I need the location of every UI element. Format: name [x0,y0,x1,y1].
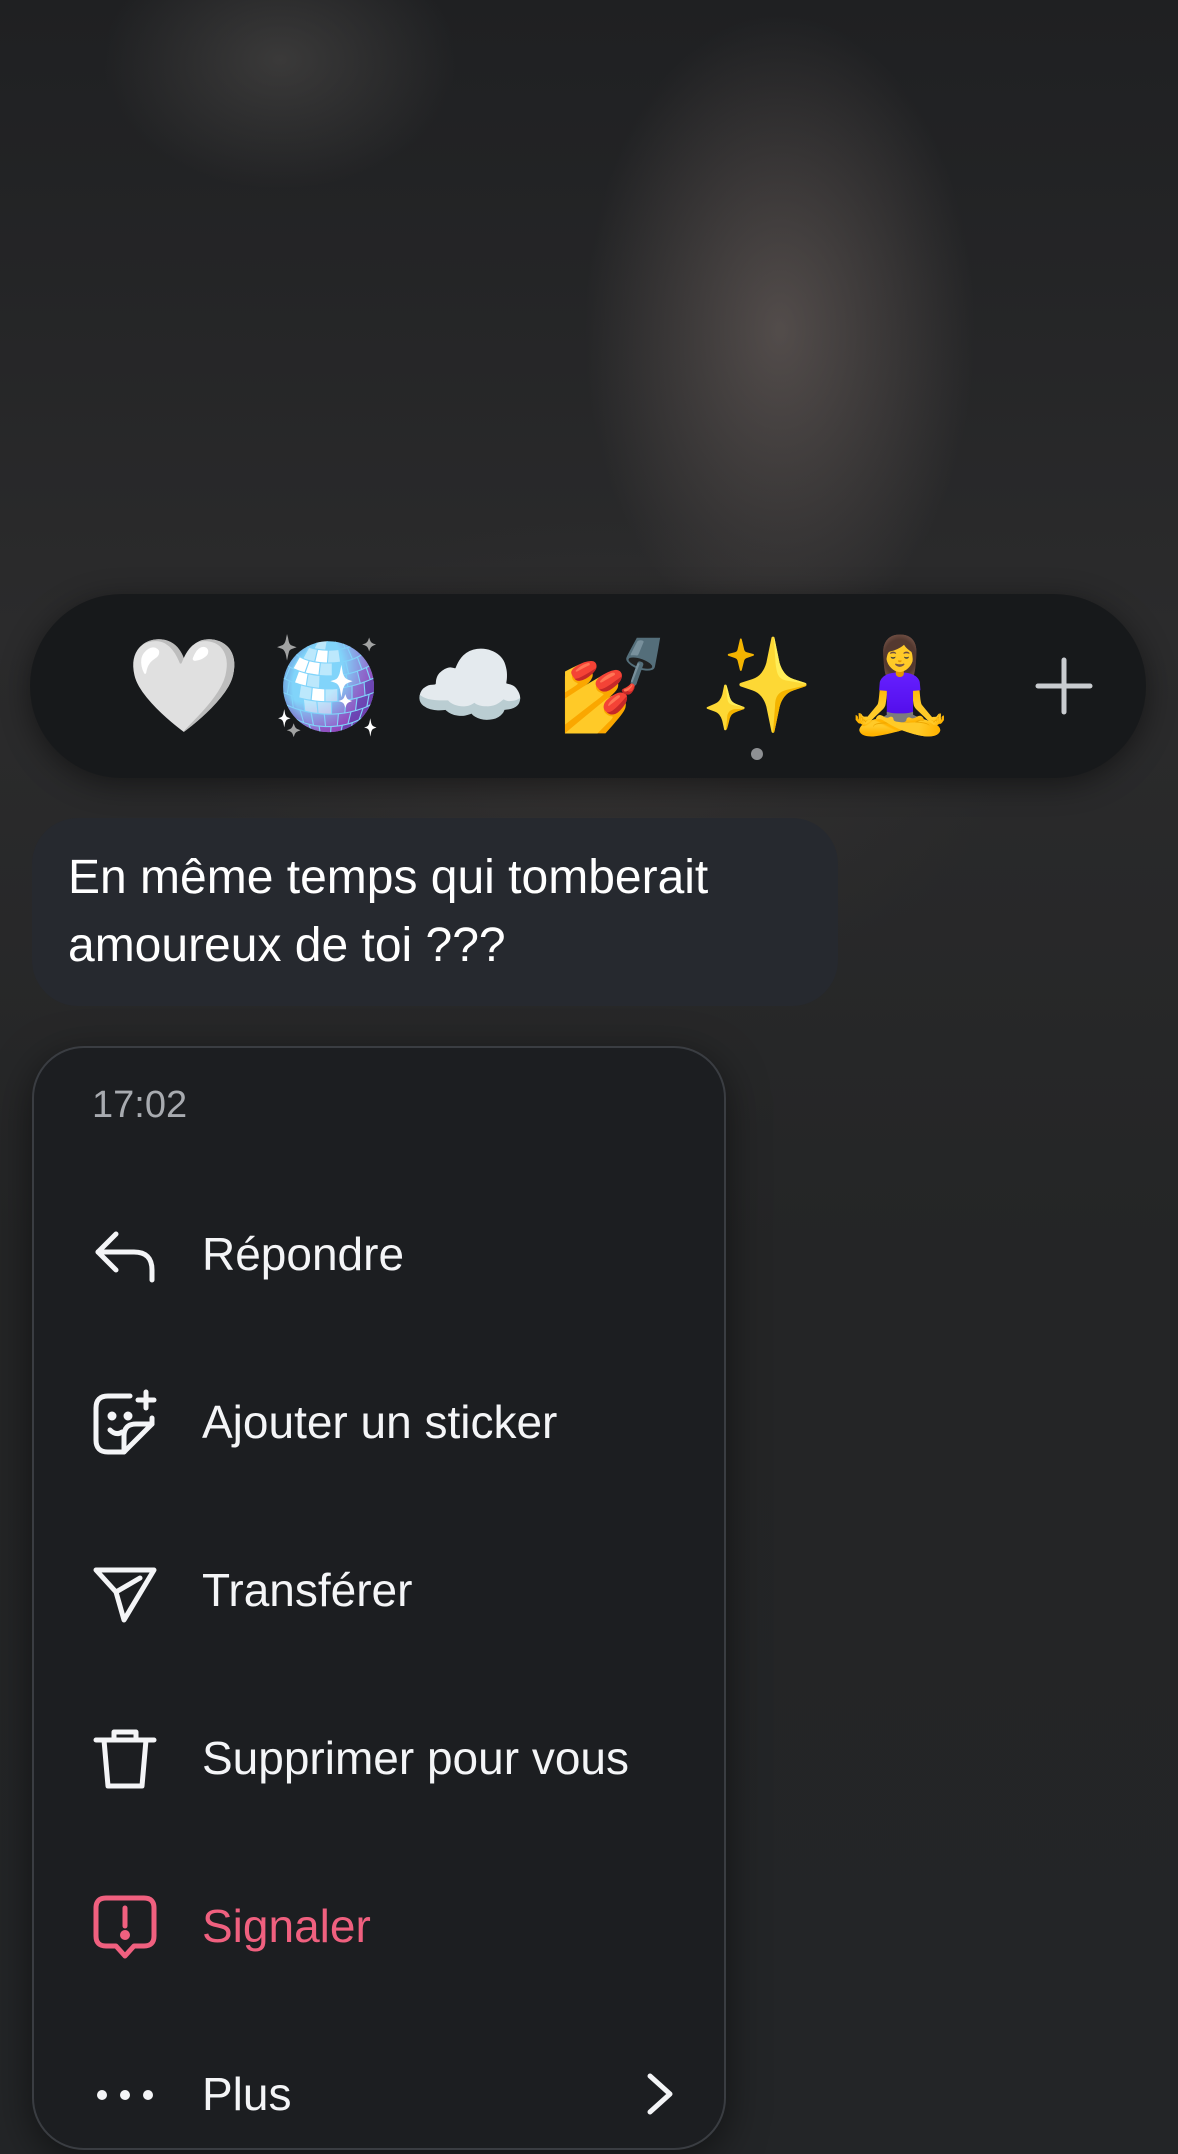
selected-reaction-indicator [751,748,763,760]
report-label: Signaler [202,1900,371,1952]
delete-label: Supprimer pour vous [202,1732,629,1784]
forward-label: Transférer [202,1564,413,1616]
chevron-right-icon [634,2064,684,2124]
more-icon [90,2060,160,2130]
report-menu-item[interactable]: Signaler [34,1866,724,1986]
add-sticker-icon [90,1388,160,1458]
message-timestamp: 17:02 [92,1084,188,1126]
mirror-ball-icon[interactable]: 🪩 [270,632,385,740]
reply-icon [90,1220,160,1290]
delete-menu-item[interactable]: Supprimer pour vous [34,1698,724,1818]
sparkles-icon[interactable]: ✨ [700,632,815,740]
report-icon [90,1892,160,1962]
message-context-menu: 17:02 Répondre Ajouter un sticker Transf… [32,1046,726,2150]
trash-icon [90,1724,160,1794]
forward-menu-item[interactable]: Transférer [34,1530,724,1650]
plus-icon[interactable] [1010,632,1118,740]
woman-in-lotus-position-icon[interactable]: 🧘‍♀️ [843,632,958,740]
add-sticker-menu-item[interactable]: Ajouter un sticker [34,1362,724,1482]
nail-polish-icon[interactable]: 💅 [556,632,671,740]
add-sticker-label: Ajouter un sticker [202,1396,558,1448]
reply-menu-item[interactable]: Répondre [34,1194,724,1314]
reaction-bar: 🤍 🪩 ☁️ 💅 ✨ 🧘‍♀️ [30,594,1146,778]
message-bubble[interactable]: En même temps qui tomberait amoureux de … [32,818,838,1006]
white-heart-icon[interactable]: 🤍 [127,632,242,740]
more-label: Plus [202,2068,292,2120]
more-menu-item[interactable]: Plus [34,2034,724,2154]
reply-label: Répondre [202,1228,405,1280]
message-text: En même temps qui tomberait amoureux de … [68,851,709,972]
forward-icon [90,1556,160,1626]
cloud-icon[interactable]: ☁️ [413,632,528,740]
